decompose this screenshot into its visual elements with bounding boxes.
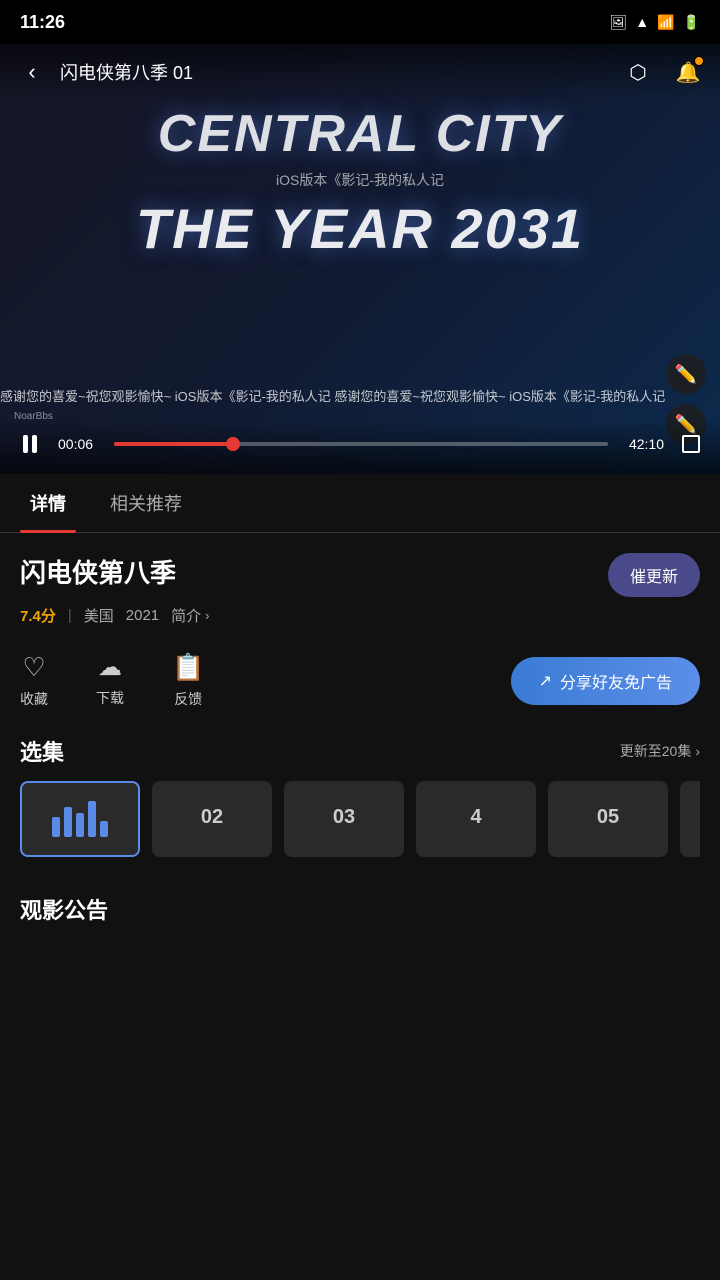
status-time: 11:26 xyxy=(20,12,65,33)
progress-thumb xyxy=(226,437,240,451)
progress-fill xyxy=(114,442,233,446)
video-top-left: ‹ 闪电侠第八季 01 xyxy=(14,54,193,90)
episode-item-6[interactable]: 06 xyxy=(680,781,700,857)
edit-icon-1[interactable]: ✏️ xyxy=(666,354,706,394)
tabs-row: 详情 相关推荐 xyxy=(0,474,720,533)
back-arrow-icon: ‹ xyxy=(28,59,35,85)
feedback-icon: 📋 xyxy=(172,652,204,683)
ep-bar-2 xyxy=(64,807,72,837)
ep-thumb-visual-6: 06 xyxy=(680,781,700,853)
episode-header: 选集 更新至20集 › xyxy=(20,735,700,767)
more-chevron-icon: › xyxy=(695,743,700,759)
ep-thumb-visual-4: 4 xyxy=(416,781,536,853)
signal-icon: 📶 xyxy=(657,14,674,31)
more-episodes-label: 更新至20集 xyxy=(620,741,692,761)
episode-item-1[interactable] xyxy=(20,781,140,857)
photo-icon: 🖼 xyxy=(609,14,627,31)
share-label: 分享好友免广告 xyxy=(560,669,672,693)
show-title: 闪电侠第八季 xyxy=(20,553,176,590)
fullscreen-icon xyxy=(682,435,700,453)
episode-item-3[interactable]: 03 xyxy=(284,781,404,857)
ep-bar-3 xyxy=(76,813,84,837)
wifi-icon: ▲ xyxy=(635,14,649,30)
video-top-right: ⬡ 🔔 xyxy=(620,54,706,90)
download-label: 下载 xyxy=(96,688,124,708)
episode-item-2[interactable]: 02 xyxy=(152,781,272,857)
episode-item-5[interactable]: 05 xyxy=(548,781,668,857)
episodes-title: 选集 xyxy=(20,735,64,767)
feedback-label: 反馈 xyxy=(174,689,202,709)
episodes-row: 02 03 4 05 06 xyxy=(20,781,700,863)
download-icon: ☁ xyxy=(98,653,122,682)
video-controls: 00:06 42:10 xyxy=(0,420,720,474)
marquee-bar: 感谢您的喜爱~祝您观影愉快~ iOS版本《影记-我的私人记 感谢您的喜爱~祝您观… xyxy=(0,386,720,414)
pause-bar-2 xyxy=(32,435,37,453)
cast-button[interactable]: ⬡ xyxy=(620,54,656,90)
show-rating: 7.4分 xyxy=(20,605,56,626)
notification-button[interactable]: 🔔 xyxy=(670,54,706,90)
back-button[interactable]: ‹ xyxy=(14,54,50,90)
ep-bar-1 xyxy=(52,817,60,837)
ep-thumb-visual-2: 02 xyxy=(152,781,272,853)
progress-bar[interactable] xyxy=(114,442,608,446)
tab-detail[interactable]: 详情 xyxy=(20,474,76,532)
download-action[interactable]: ☁ 下载 xyxy=(96,653,124,708)
chevron-right-icon: › xyxy=(205,608,209,623)
time-current: 00:06 xyxy=(58,436,102,452)
share-button[interactable]: ↗ 分享好友免广告 xyxy=(511,657,700,705)
pause-bar-1 xyxy=(23,435,28,453)
share-icon: ↗ xyxy=(539,671,552,691)
announcement-section: 观影公告 xyxy=(0,873,720,955)
battery-icon: 🔋 xyxy=(683,14,700,31)
notification-badge xyxy=(694,56,704,66)
update-button[interactable]: 催更新 xyxy=(608,553,700,597)
ep-number-5: 05 xyxy=(597,781,619,853)
video-player[interactable]: ‹ 闪电侠第八季 01 ⬡ 🔔 CENTRAL CITY iOS版本《影记-我的… xyxy=(0,44,720,474)
status-icons: 🖼 ▲ 📶 🔋 xyxy=(609,14,700,31)
show-year: 2021 xyxy=(126,607,159,624)
fullscreen-button[interactable] xyxy=(676,429,706,459)
episode-section: 选集 更新至20集 › 02 xyxy=(0,725,720,873)
more-episodes-link[interactable]: 更新至20集 › xyxy=(620,741,700,761)
action-row: ♡ 收藏 ☁ 下载 📋 反馈 ↗ 分享好友免广告 xyxy=(0,636,720,725)
ep-thumb-visual-1 xyxy=(22,783,138,855)
show-title-row: 闪电侠第八季 催更新 xyxy=(20,553,700,597)
cast-icon: ⬡ xyxy=(629,60,646,85)
ep-active-bars xyxy=(52,801,108,837)
video-title: 闪电侠第八季 01 xyxy=(60,59,193,85)
episode-item-4[interactable]: 4 xyxy=(416,781,536,857)
brief-label: 简介 xyxy=(171,605,201,626)
status-bar: 11:26 🖼 ▲ 📶 🔋 xyxy=(0,0,720,44)
detail-section: 闪电侠第八季 催更新 7.4分 | 美国 2021 简介 › xyxy=(0,533,720,636)
announcement-title: 观影公告 xyxy=(20,898,108,923)
heart-icon: ♡ xyxy=(22,652,45,683)
collect-label: 收藏 xyxy=(20,689,48,709)
ep-number-3: 03 xyxy=(333,781,355,853)
show-country: 美国 xyxy=(84,605,114,626)
tab-related[interactable]: 相关推荐 xyxy=(100,474,192,532)
show-meta: 7.4分 | 美国 2021 简介 › xyxy=(20,605,700,626)
brief-link[interactable]: 简介 › xyxy=(171,605,209,626)
time-total: 42:10 xyxy=(620,436,664,452)
video-top-bar: ‹ 闪电侠第八季 01 ⬡ 🔔 xyxy=(0,44,720,100)
ep-bar-4 xyxy=(88,801,96,837)
pause-icon xyxy=(23,435,37,453)
pencil-icon-1: ✏️ xyxy=(675,364,697,385)
feedback-action[interactable]: 📋 反馈 xyxy=(172,652,204,709)
pause-button[interactable] xyxy=(14,428,46,460)
marquee-text: 感谢您的喜爱~祝您观影愉快~ iOS版本《影记-我的私人记 感谢您的喜爱~祝您观… xyxy=(0,386,665,405)
ep-bar-5 xyxy=(100,821,108,837)
ep-number-2: 02 xyxy=(201,781,223,853)
ep-number-4: 4 xyxy=(470,781,481,853)
collect-action[interactable]: ♡ 收藏 xyxy=(20,652,48,709)
ep-thumb-visual-3: 03 xyxy=(284,781,404,853)
ep-thumb-visual-5: 05 xyxy=(548,781,668,853)
